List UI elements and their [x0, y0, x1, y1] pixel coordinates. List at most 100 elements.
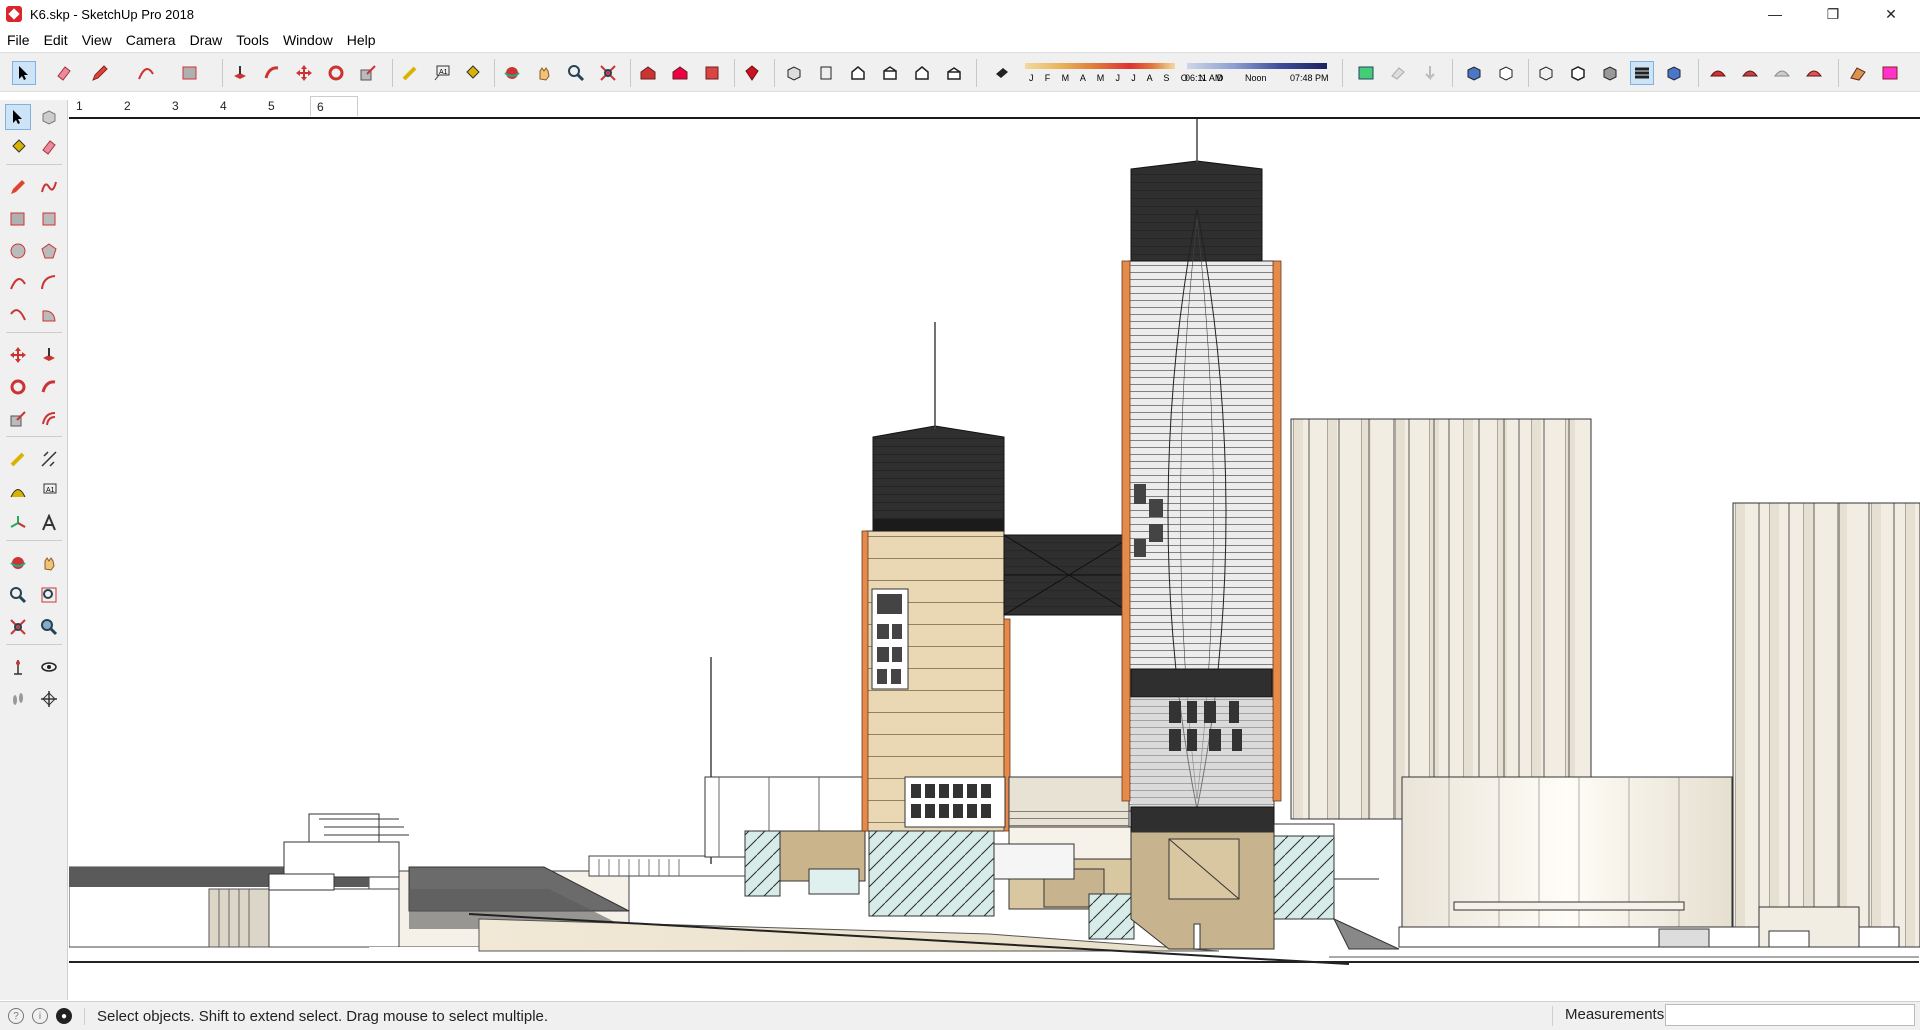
previous-view-icon[interactable] — [36, 614, 62, 640]
user-account-icon[interactable]: ● — [56, 1008, 72, 1024]
scene-tab-5[interactable]: 5 — [262, 96, 310, 116]
orbit-icon[interactable] — [500, 61, 524, 85]
three-point-arc-icon[interactable] — [5, 302, 31, 328]
select-icon[interactable] — [12, 61, 36, 85]
credits-icon[interactable]: i — [32, 1008, 48, 1024]
paint-bucket-icon[interactable] — [460, 61, 484, 85]
section-plane-icon[interactable] — [1418, 61, 1442, 85]
wireframe-icon[interactable] — [1462, 61, 1486, 85]
walk-icon[interactable] — [5, 686, 31, 712]
scene-tab-4[interactable]: 4 — [214, 96, 262, 116]
rotate-tool-icon[interactable] — [5, 374, 31, 400]
look-around-icon[interactable] — [36, 654, 62, 680]
pie-tool-icon[interactable] — [36, 302, 62, 328]
layered-shaded-icon[interactable] — [1630, 61, 1654, 85]
polygon-tool-icon[interactable] — [36, 238, 62, 264]
front-view-icon[interactable] — [846, 61, 870, 85]
shape-icon[interactable] — [178, 61, 202, 85]
menu-camera[interactable]: Camera — [119, 32, 183, 48]
rotated-rectangle-icon[interactable] — [36, 206, 62, 232]
eraser-icon[interactable] — [52, 61, 76, 85]
left-view-icon[interactable] — [942, 61, 966, 85]
minimize-button[interactable]: — — [1746, 0, 1804, 28]
ruby-icon[interactable] — [740, 61, 764, 85]
right-view-icon[interactable] — [878, 61, 902, 85]
model-viewport[interactable] — [69, 117, 1920, 1000]
menu-file[interactable]: File — [0, 32, 37, 48]
scene-tab-1[interactable]: 1 — [70, 96, 118, 116]
pan-tool-icon[interactable] — [36, 550, 62, 576]
tape-measure-tool-icon[interactable] — [5, 446, 31, 472]
blue-shaded-icon[interactable] — [1662, 61, 1686, 85]
menu-view[interactable]: View — [75, 32, 119, 48]
zoom-extents-icon[interactable] — [596, 61, 620, 85]
restore-button[interactable]: ❐ — [1804, 0, 1862, 28]
scale-icon[interactable] — [356, 61, 380, 85]
sandbox-smoove-icon[interactable] — [1770, 61, 1794, 85]
geo-location-icon[interactable]: ? — [8, 1008, 24, 1024]
layout-icon[interactable] — [700, 61, 724, 85]
shadow-time-slider[interactable] — [1187, 63, 1327, 69]
select-tool-icon[interactable] — [5, 104, 31, 130]
sandbox-scratch-icon[interactable] — [1738, 61, 1762, 85]
line-tool-icon[interactable] — [5, 174, 31, 200]
rectangle-tool-icon[interactable] — [5, 206, 31, 232]
hidden-line-icon[interactable] — [1494, 61, 1518, 85]
follow-me-tool-icon[interactable] — [36, 374, 62, 400]
orbit-tool-icon[interactable] — [5, 550, 31, 576]
rotate-icon[interactable] — [324, 61, 348, 85]
arc-icon[interactable] — [134, 61, 158, 85]
pencil-icon[interactable] — [88, 61, 112, 85]
fog-icon[interactable] — [1354, 61, 1378, 85]
component-icon[interactable] — [36, 104, 62, 130]
sandbox-stamp-icon[interactable] — [1802, 61, 1826, 85]
follow-me-icon[interactable] — [260, 61, 284, 85]
axes-tool-icon[interactable] — [5, 510, 31, 536]
measurements-input[interactable] — [1665, 1004, 1915, 1026]
3d-text-tool-icon[interactable] — [36, 510, 62, 536]
eraser-tool-icon[interactable] — [36, 134, 62, 160]
monochrome-icon[interactable] — [1598, 61, 1622, 85]
pan-icon[interactable] — [532, 61, 556, 85]
close-button[interactable]: ✕ — [1862, 0, 1920, 28]
top-view-icon[interactable] — [814, 61, 838, 85]
tape-measure-icon[interactable] — [398, 61, 422, 85]
protractor-tool-icon[interactable] — [5, 478, 31, 504]
position-camera-icon[interactable] — [5, 654, 31, 680]
menu-edit[interactable]: Edit — [37, 32, 75, 48]
push-pull-icon[interactable] — [228, 61, 252, 85]
move-tool-icon[interactable] — [5, 342, 31, 368]
shaded-icon[interactable] — [1534, 61, 1558, 85]
sandbox-flip-icon[interactable] — [1878, 61, 1902, 85]
warehouse-icon[interactable] — [636, 61, 660, 85]
dimension-tool-icon[interactable] — [36, 446, 62, 472]
shadow-month-slider[interactable] — [1025, 63, 1175, 69]
scene-tab-6[interactable]: 6 — [310, 96, 358, 116]
circle-tool-icon[interactable] — [5, 238, 31, 264]
zoom-tool-icon[interactable] — [5, 582, 31, 608]
zoom-window-icon[interactable] — [36, 582, 62, 608]
menu-draw[interactable]: Draw — [183, 32, 230, 48]
offset-tool-icon[interactable] — [36, 406, 62, 432]
shaded-texture-icon[interactable] — [1566, 61, 1590, 85]
arc-tool-icon[interactable] — [5, 270, 31, 296]
menu-tools[interactable]: Tools — [229, 32, 276, 48]
scene-tab-2[interactable]: 2 — [118, 96, 166, 116]
move-icon[interactable] — [292, 61, 316, 85]
text-icon[interactable]: A1 — [430, 61, 454, 85]
two-point-arc-icon[interactable] — [36, 270, 62, 296]
menu-help[interactable]: Help — [340, 32, 383, 48]
paint-tool-icon[interactable] — [5, 134, 31, 160]
extension-warehouse-icon[interactable] — [668, 61, 692, 85]
scene-tab-3[interactable]: 3 — [166, 96, 214, 116]
zoom-icon[interactable] — [564, 61, 588, 85]
text-tool-icon[interactable]: A1 — [36, 478, 62, 504]
sandbox-drape-icon[interactable] — [1846, 61, 1870, 85]
sandbox-icon[interactable] — [1706, 61, 1730, 85]
shadows-icon[interactable] — [990, 61, 1014, 85]
freehand-tool-icon[interactable] — [36, 174, 62, 200]
push-pull-tool-icon[interactable] — [36, 342, 62, 368]
scale-tool-icon[interactable] — [5, 406, 31, 432]
iso-view-icon[interactable] — [782, 61, 806, 85]
menu-window[interactable]: Window — [276, 32, 340, 48]
